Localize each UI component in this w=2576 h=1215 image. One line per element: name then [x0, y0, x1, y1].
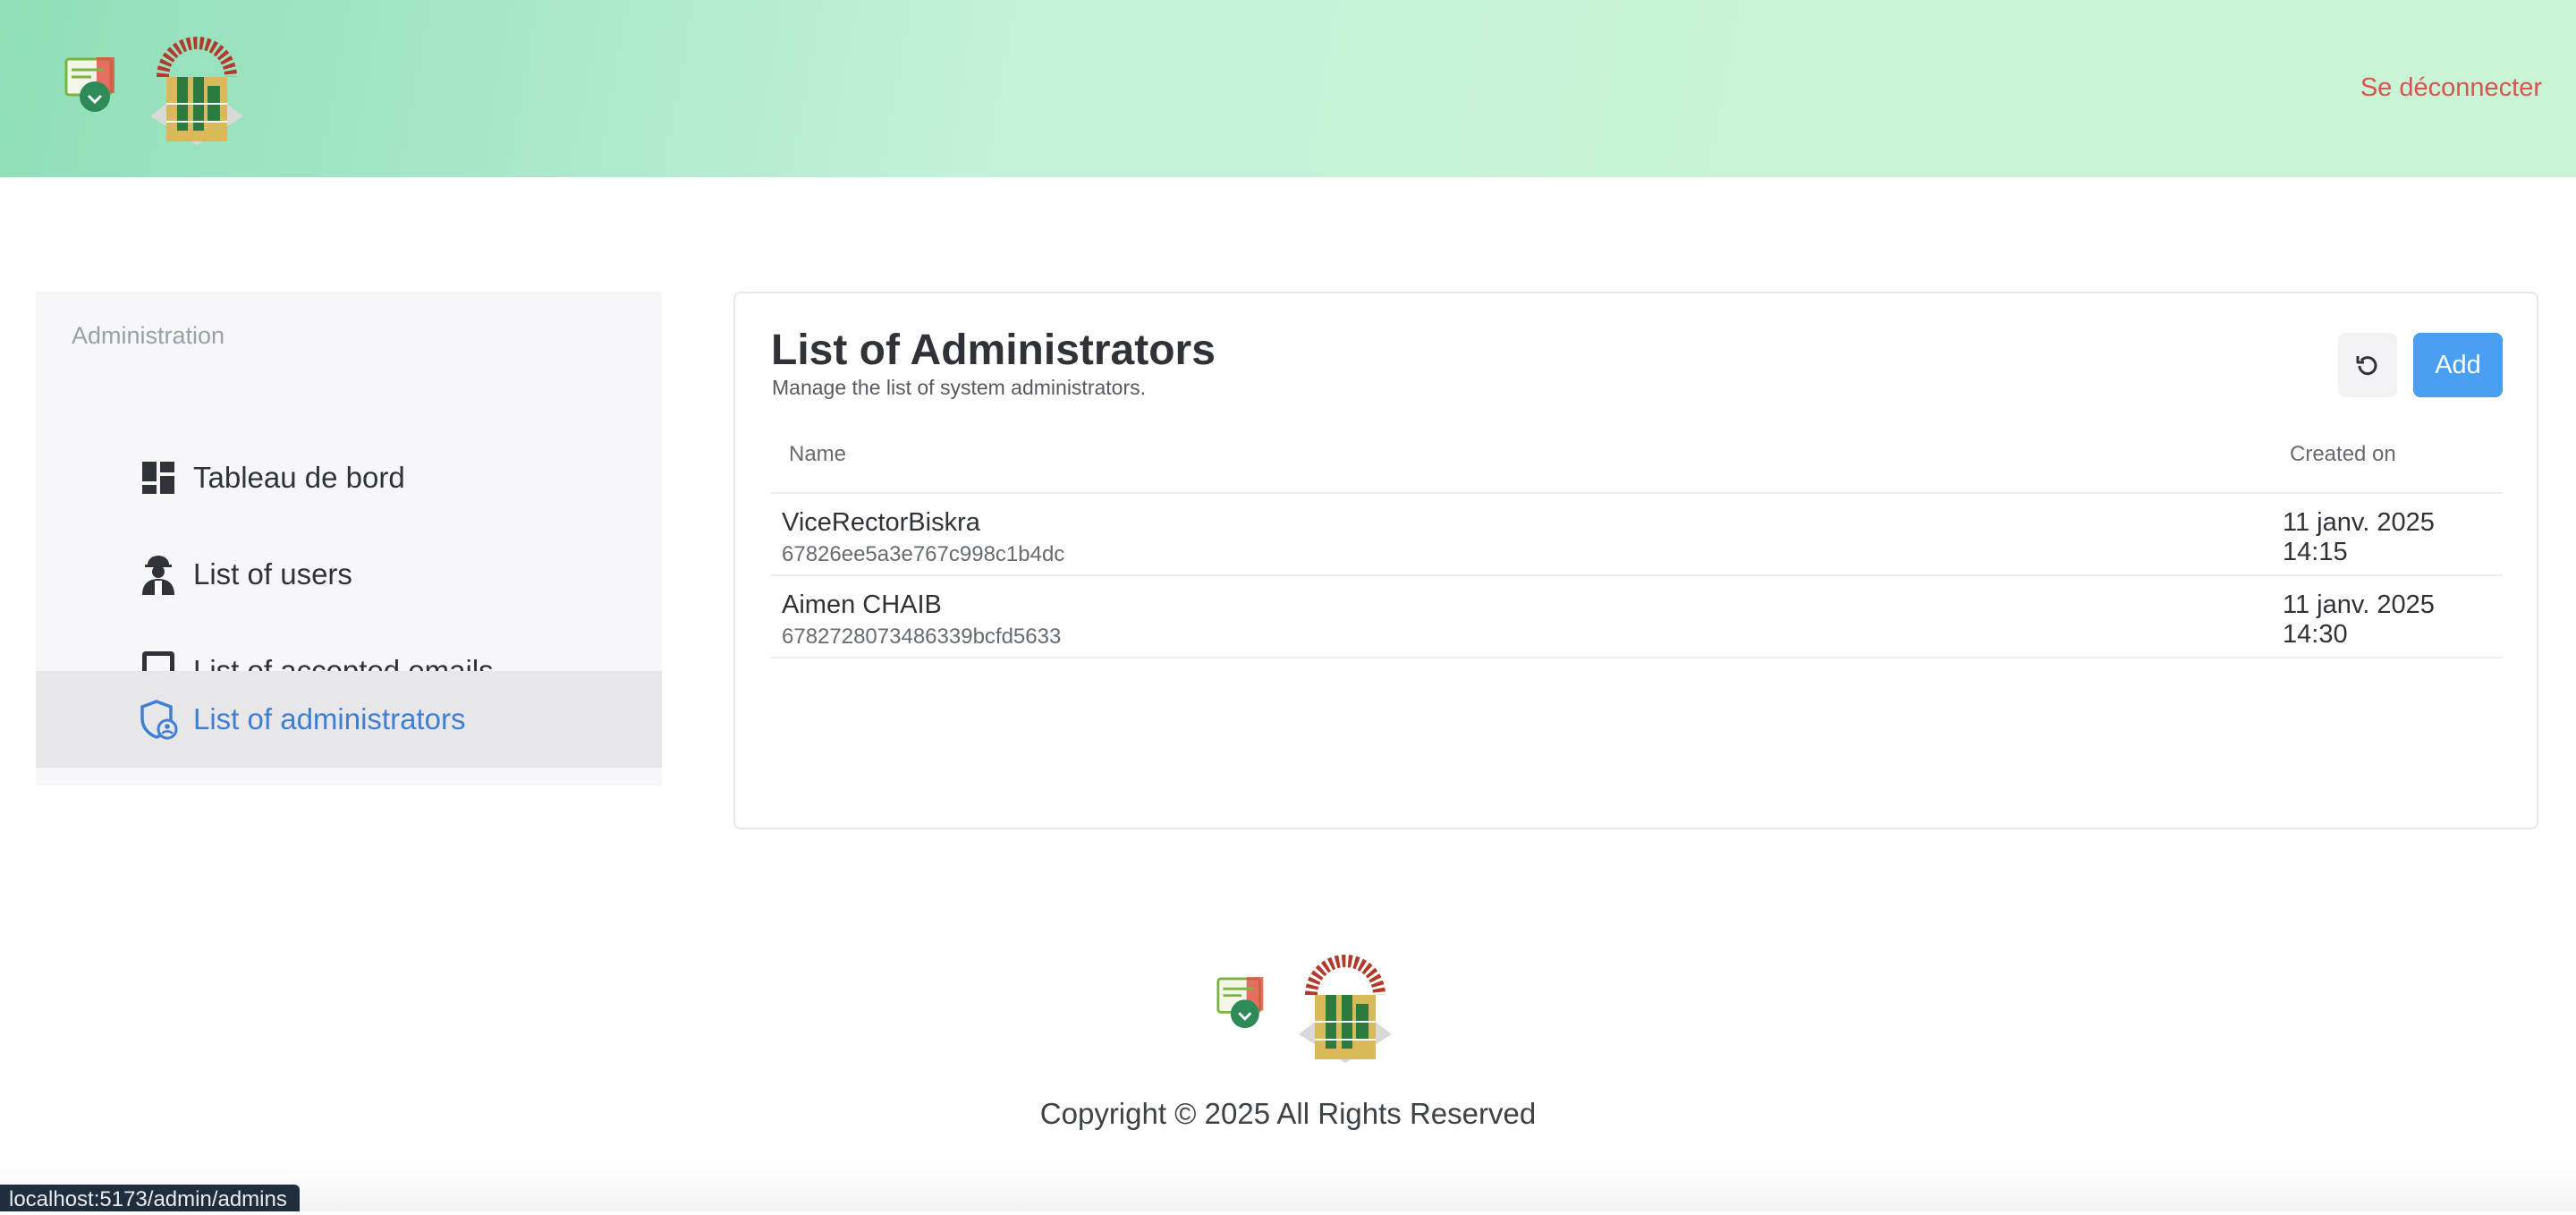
admin-id: 67826ee5a3e767c998c1b4dc — [782, 542, 1065, 566]
logout-link[interactable]: Se déconnecter — [2360, 73, 2542, 103]
page-title: List of Administrators — [771, 327, 1216, 374]
sidebar-item-label: Tableau de bord — [193, 461, 405, 494]
sidebar-item-label: List of users — [193, 557, 352, 591]
sidebar-item-label: List of administrators — [193, 702, 466, 735]
user-worker-icon — [138, 554, 179, 595]
administrators-card: List of Administrators Manage the list o… — [733, 292, 2538, 829]
admin-name: Aimen CHAIB — [782, 591, 942, 619]
footer-university-logo-icon — [1299, 955, 1392, 1063]
column-header-name[interactable]: Name — [789, 442, 846, 467]
add-button[interactable]: Add — [2413, 333, 2503, 397]
admin-created-on: 11 janv. 2025 14:30 — [2283, 591, 2435, 649]
table-row[interactable]: Aimen CHAIB 6782728073486339bcfd5633 11 … — [771, 576, 2503, 658]
footer-app-logo-icon — [1216, 977, 1264, 1029]
bottom-shade — [0, 1163, 2576, 1211]
sidebar-item-users[interactable]: List of users — [36, 526, 662, 623]
app-logo-icon[interactable] — [64, 55, 120, 116]
sidebar-section-title: Administration — [72, 322, 225, 349]
admin-shield-icon — [138, 699, 179, 740]
sidebar-item-administrators[interactable]: List of administrators — [36, 671, 662, 768]
divider — [771, 657, 2503, 658]
admin-name: ViceRectorBiskra — [782, 508, 980, 537]
top-header: Se déconnecter — [0, 0, 2576, 177]
university-logo-icon — [150, 37, 243, 145]
admin-id: 6782728073486339bcfd5633 — [782, 624, 1062, 649]
status-bar-url: localhost:5173/admin/admins — [0, 1185, 300, 1211]
table-row[interactable]: ViceRectorBiskra 67826ee5a3e767c998c1b4d… — [771, 494, 2503, 576]
sidebar-item-dashboard[interactable]: Tableau de bord — [36, 429, 662, 526]
admin-created-on: 11 janv. 2025 14:15 — [2283, 508, 2435, 566]
refresh-icon — [2356, 356, 2377, 376]
column-header-created-on[interactable]: Created on — [2290, 442, 2396, 467]
copyright-text: Copyright © 2025 All Rights Reserved — [1039, 1097, 1537, 1130]
sidebar: Administration Tableau de bord List of u… — [36, 292, 662, 786]
page-subtitle: Manage the list of system administrators… — [772, 376, 1146, 399]
refresh-button[interactable] — [2338, 333, 2397, 397]
dashboard-icon — [138, 457, 179, 498]
